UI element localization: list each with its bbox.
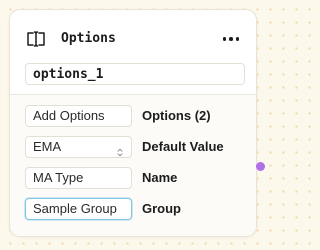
node-name-input[interactable] bbox=[25, 63, 245, 85]
name-label: Name bbox=[142, 170, 178, 185]
node-title: Options bbox=[61, 31, 116, 46]
default-value-row: EMA Default Value bbox=[25, 136, 255, 158]
output-handle[interactable] bbox=[256, 162, 265, 171]
default-value-select[interactable]: EMA bbox=[25, 136, 132, 158]
node-menu-button[interactable] bbox=[220, 30, 242, 48]
more-horizontal-icon bbox=[222, 37, 240, 41]
select-updown-icon bbox=[117, 143, 123, 157]
node-header: Options bbox=[10, 10, 256, 95]
node-body: Add Options Options (2) EMA Default Valu… bbox=[10, 95, 256, 236]
default-value-selected: EMA bbox=[33, 139, 62, 154]
default-value-label: Default Value bbox=[142, 139, 224, 154]
ma-type-input[interactable]: MA Type bbox=[25, 167, 132, 189]
group-input[interactable]: Sample Group bbox=[25, 198, 132, 220]
options-count-label: Options (2) bbox=[142, 108, 211, 123]
add-options-button[interactable]: Add Options bbox=[25, 105, 132, 127]
options-row: Add Options Options (2) bbox=[25, 105, 255, 127]
options-node[interactable]: Options Add Options Options (2) EMA bbox=[9, 9, 257, 237]
name-row: MA Type Name bbox=[25, 167, 255, 189]
group-label: Group bbox=[142, 201, 181, 216]
text-cursor-icon bbox=[25, 30, 47, 48]
group-row: Sample Group Group bbox=[25, 198, 255, 220]
